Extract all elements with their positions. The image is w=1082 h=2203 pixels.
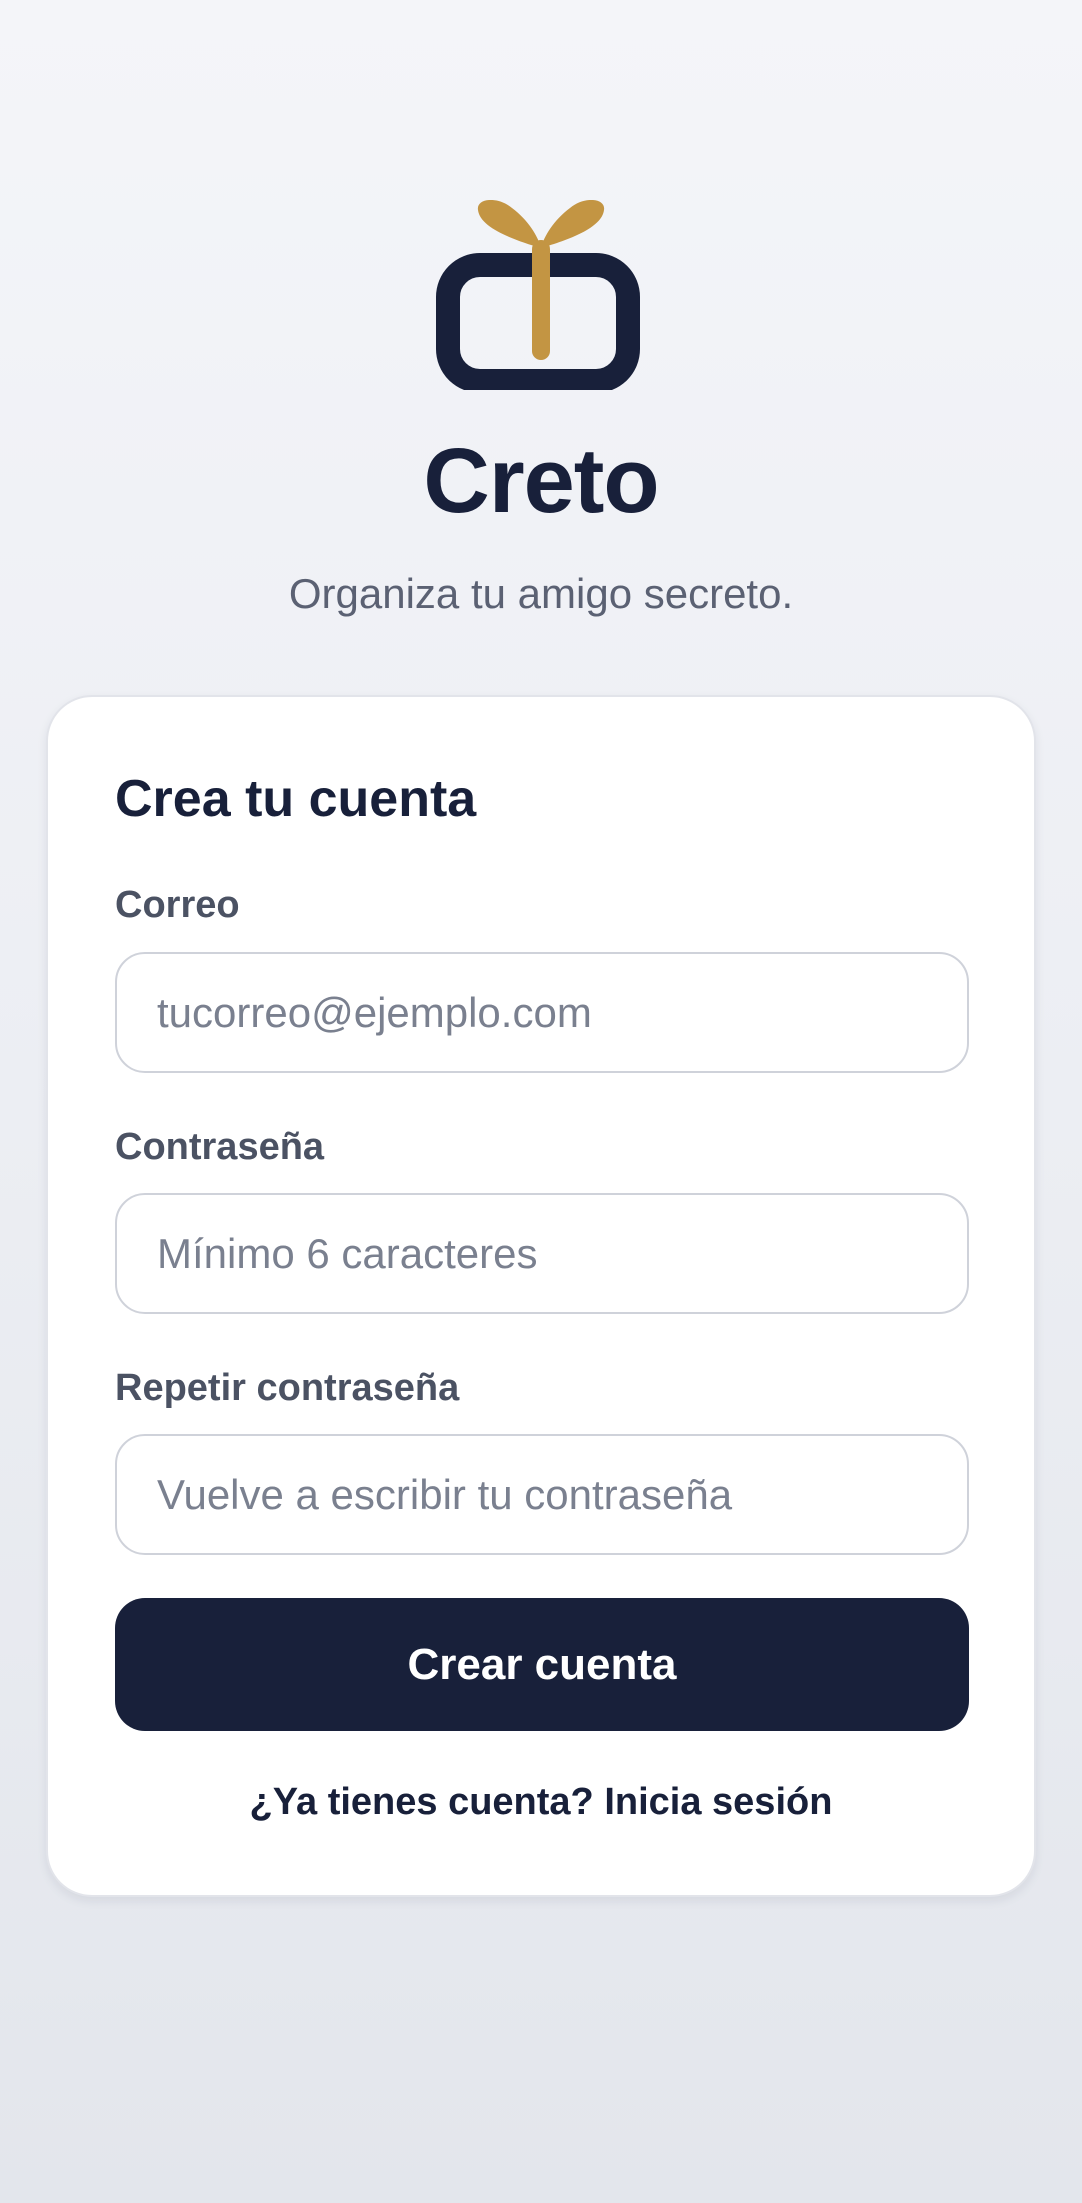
create-account-button[interactable]: Crear cuenta [115, 1598, 969, 1731]
confirm-password-label: Repetir contraseña [115, 1367, 460, 1409]
gift-box-icon [436, 200, 646, 390]
password-label: Contraseña [115, 1126, 325, 1168]
confirm-password-field[interactable] [115, 1434, 969, 1555]
app-title: Creto [423, 430, 659, 532]
login-link[interactable]: ¿Ya tienes cuenta? Inicia sesión [48, 1779, 1034, 1825]
email-field[interactable] [115, 952, 969, 1073]
app-tagline: Organiza tu amigo secreto. [288, 570, 794, 617]
signup-card: Crea tu cuenta Correo Contraseña Repetir… [46, 695, 1036, 1897]
form-title: Crea tu cuenta [115, 770, 477, 828]
email-label: Correo [115, 884, 240, 926]
password-field[interactable] [115, 1193, 969, 1314]
